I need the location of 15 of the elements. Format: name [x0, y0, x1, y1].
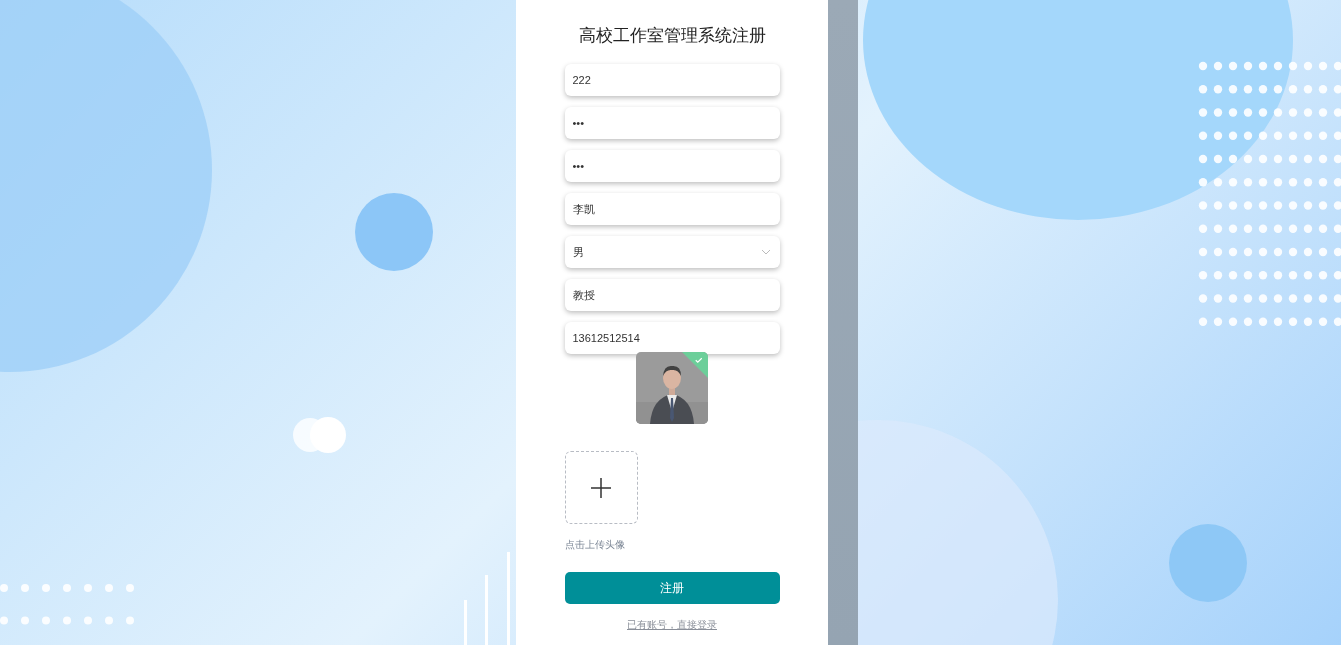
check-icon: [694, 356, 703, 365]
select-field[interactable]: 男: [564, 236, 780, 268]
plus-icon: [591, 477, 611, 498]
input-field[interactable]: 教授: [564, 279, 780, 311]
input-field[interactable]: 李凯: [564, 193, 780, 225]
form-title: 高校工作室管理系统注册: [578, 25, 766, 47]
input-field[interactable]: 13612512514: [564, 322, 780, 354]
input-field[interactable]: 222: [564, 64, 780, 96]
upload-hint: 点击上传头像: [564, 538, 626, 552]
login-link[interactable]: 已有账号，直接登录: [627, 618, 717, 632]
register-button[interactable]: 注册: [564, 572, 780, 604]
input-field[interactable]: •••: [564, 150, 780, 182]
upload-area[interactable]: [564, 451, 638, 524]
chevron-down-icon: [760, 249, 771, 255]
input-field[interactable]: •••: [564, 107, 780, 139]
